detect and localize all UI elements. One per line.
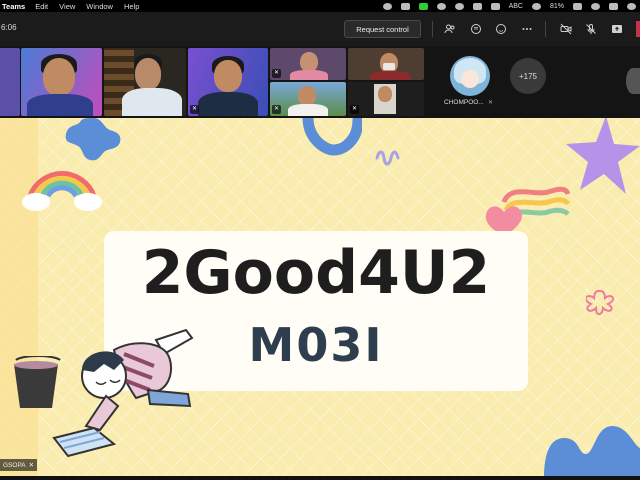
muted-mic-icon: ✕ bbox=[272, 105, 281, 114]
mic-off-icon[interactable] bbox=[585, 23, 597, 35]
cloud-icon[interactable] bbox=[382, 2, 392, 10]
more-participants-button[interactable]: +175 bbox=[510, 58, 546, 94]
control-center-icon[interactable] bbox=[609, 2, 618, 10]
menu-help[interactable]: Help bbox=[124, 2, 139, 11]
eye-icon[interactable] bbox=[454, 2, 464, 10]
menu-view[interactable]: View bbox=[59, 2, 75, 11]
chat-icon[interactable] bbox=[470, 23, 482, 35]
camera-off-icon[interactable] bbox=[560, 23, 572, 35]
blue-arc-shape bbox=[302, 118, 362, 156]
menu-window[interactable]: Window bbox=[86, 2, 113, 11]
wifi-icon[interactable] bbox=[531, 2, 541, 10]
menu-edit[interactable]: Edit bbox=[35, 2, 48, 11]
presenter-label: GSOPA ✕ bbox=[0, 459, 38, 471]
video-tile[interactable] bbox=[0, 48, 20, 116]
muted-mic-icon: ✕ bbox=[190, 105, 199, 114]
video-tile[interactable]: ✕ bbox=[188, 48, 268, 116]
window-bottom-edge bbox=[0, 476, 640, 480]
video-tile[interactable]: ✕ bbox=[270, 48, 346, 80]
rainbow-cloud-icon bbox=[22, 170, 102, 211]
squiggle-shape bbox=[375, 150, 400, 166]
people-icon[interactable] bbox=[444, 23, 456, 35]
muted-mic-icon: ✕ bbox=[28, 462, 35, 469]
input-source-abc[interactable]: ABC bbox=[509, 3, 523, 10]
siri-icon[interactable] bbox=[627, 2, 636, 10]
battery-icon[interactable] bbox=[573, 2, 582, 10]
reactions-icon[interactable] bbox=[495, 23, 507, 35]
muted-mic-icon: ✕ bbox=[350, 105, 359, 114]
blue-blob-shape bbox=[544, 426, 640, 476]
menubar-status-area: ABC 81% bbox=[382, 0, 636, 12]
line-app-icon[interactable] bbox=[418, 2, 428, 10]
video-tile[interactable] bbox=[104, 48, 186, 116]
bluetooth-icon[interactable] bbox=[490, 2, 500, 10]
video-tile[interactable]: ✕ bbox=[348, 82, 424, 116]
participant-avatar[interactable] bbox=[450, 56, 490, 96]
mac-menubar: Teams Edit View Window Help ABC 81% bbox=[0, 0, 640, 12]
meeting-toolbar: 6:06 Request control bbox=[0, 12, 640, 46]
slide-title: 2Good4U2 bbox=[141, 238, 491, 308]
video-tile[interactable] bbox=[626, 68, 640, 94]
share-screen-icon[interactable] bbox=[611, 23, 623, 35]
purple-star-shape bbox=[566, 118, 640, 194]
video-tile[interactable] bbox=[348, 48, 424, 80]
video-tile[interactable]: ✕ bbox=[270, 82, 346, 116]
participant-strip: ✕ ✕ ✕ ✕ CHOMPOO... ✕ +175 bbox=[0, 46, 640, 118]
app-menu-teams[interactable]: Teams bbox=[2, 2, 25, 11]
video-tile[interactable] bbox=[21, 48, 102, 116]
shared-screen: 2Good4U2 M03I GSOPA ✕ bbox=[0, 118, 640, 476]
dropbox-icon[interactable] bbox=[400, 2, 410, 10]
more-options-icon[interactable] bbox=[521, 23, 533, 35]
participant-name: CHOMPOO... bbox=[444, 99, 484, 106]
cleaning-character-illustration bbox=[52, 328, 194, 458]
pink-flower-icon bbox=[586, 290, 615, 316]
battery-percent: 81% bbox=[549, 2, 564, 10]
keyboard-icon[interactable] bbox=[472, 2, 482, 10]
muted-mic-icon: ✕ bbox=[488, 100, 494, 106]
toolbar-divider bbox=[432, 21, 433, 37]
presenter-name: GSOPA bbox=[3, 461, 26, 469]
muted-mic-icon: ✕ bbox=[272, 69, 281, 78]
leave-button[interactable] bbox=[636, 21, 640, 37]
meeting-timer: 6:06 bbox=[1, 23, 17, 32]
request-control-button[interactable]: Request control bbox=[344, 20, 421, 38]
toolbar-divider bbox=[545, 21, 546, 37]
spotlight-search-icon[interactable] bbox=[591, 2, 600, 10]
sync-icon[interactable] bbox=[436, 2, 446, 10]
